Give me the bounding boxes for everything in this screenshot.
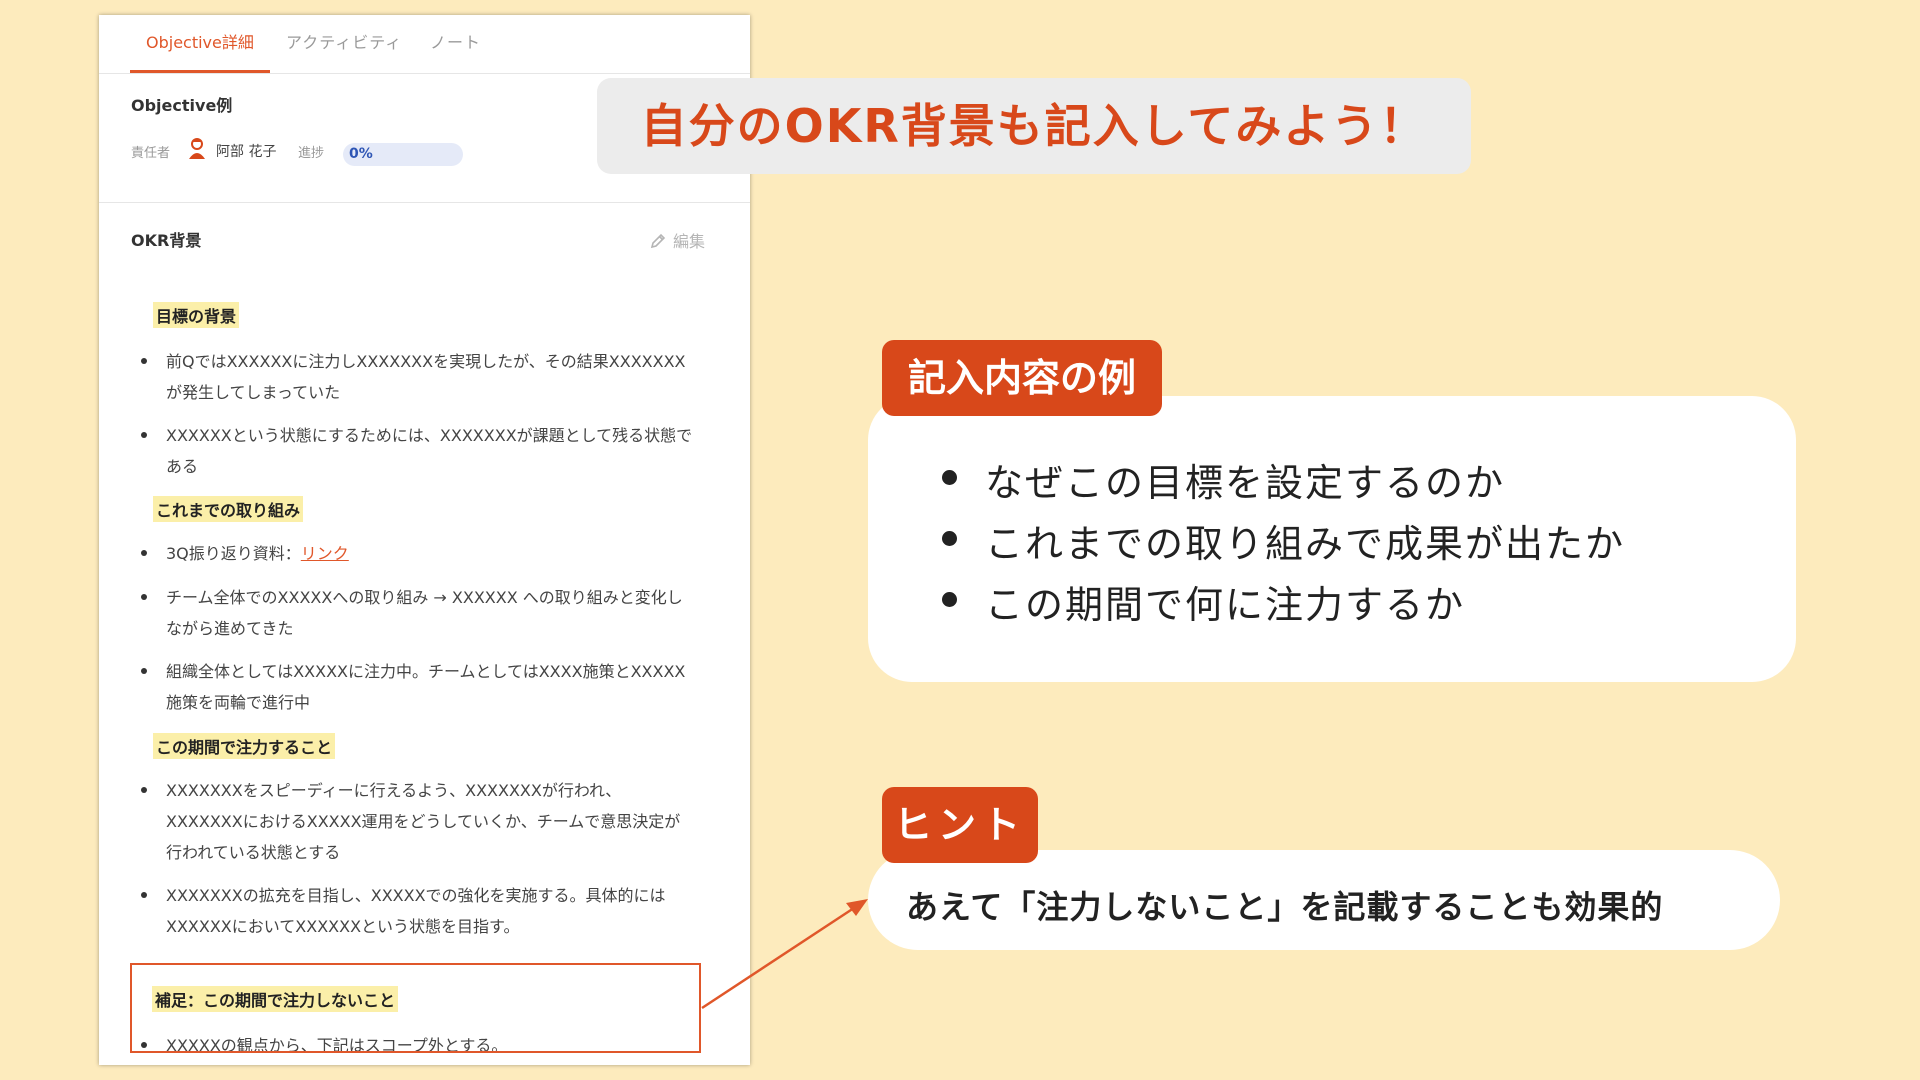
connector-arrow-icon: [701, 899, 868, 1010]
